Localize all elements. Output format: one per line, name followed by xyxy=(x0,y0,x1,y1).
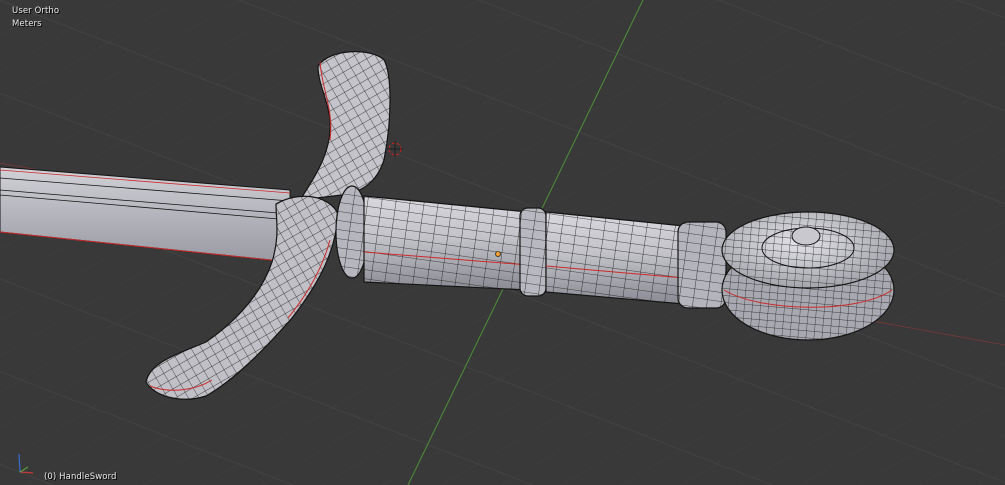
units-label: Meters xyxy=(12,19,42,29)
grip[interactable] xyxy=(363,195,529,291)
viewport-scene[interactable] xyxy=(0,0,1005,485)
3d-viewport[interactable]: User Ortho Meters (0) HandleSword xyxy=(0,0,1005,485)
gizmo-y-axis xyxy=(19,466,29,473)
object-info: (0) HandleSword xyxy=(44,472,117,482)
guard-collar[interactable] xyxy=(335,185,369,279)
pommel-neck[interactable] xyxy=(677,221,727,309)
gizmo-z-axis xyxy=(18,453,21,473)
view-name: User Ortho xyxy=(12,6,60,16)
pommel[interactable] xyxy=(721,211,895,341)
grip-rear[interactable] xyxy=(545,211,685,305)
axis-gizmo xyxy=(18,453,34,474)
object-origin[interactable] xyxy=(495,251,501,257)
grip-ring[interactable] xyxy=(519,207,547,297)
gizmo-x-axis xyxy=(19,471,34,474)
